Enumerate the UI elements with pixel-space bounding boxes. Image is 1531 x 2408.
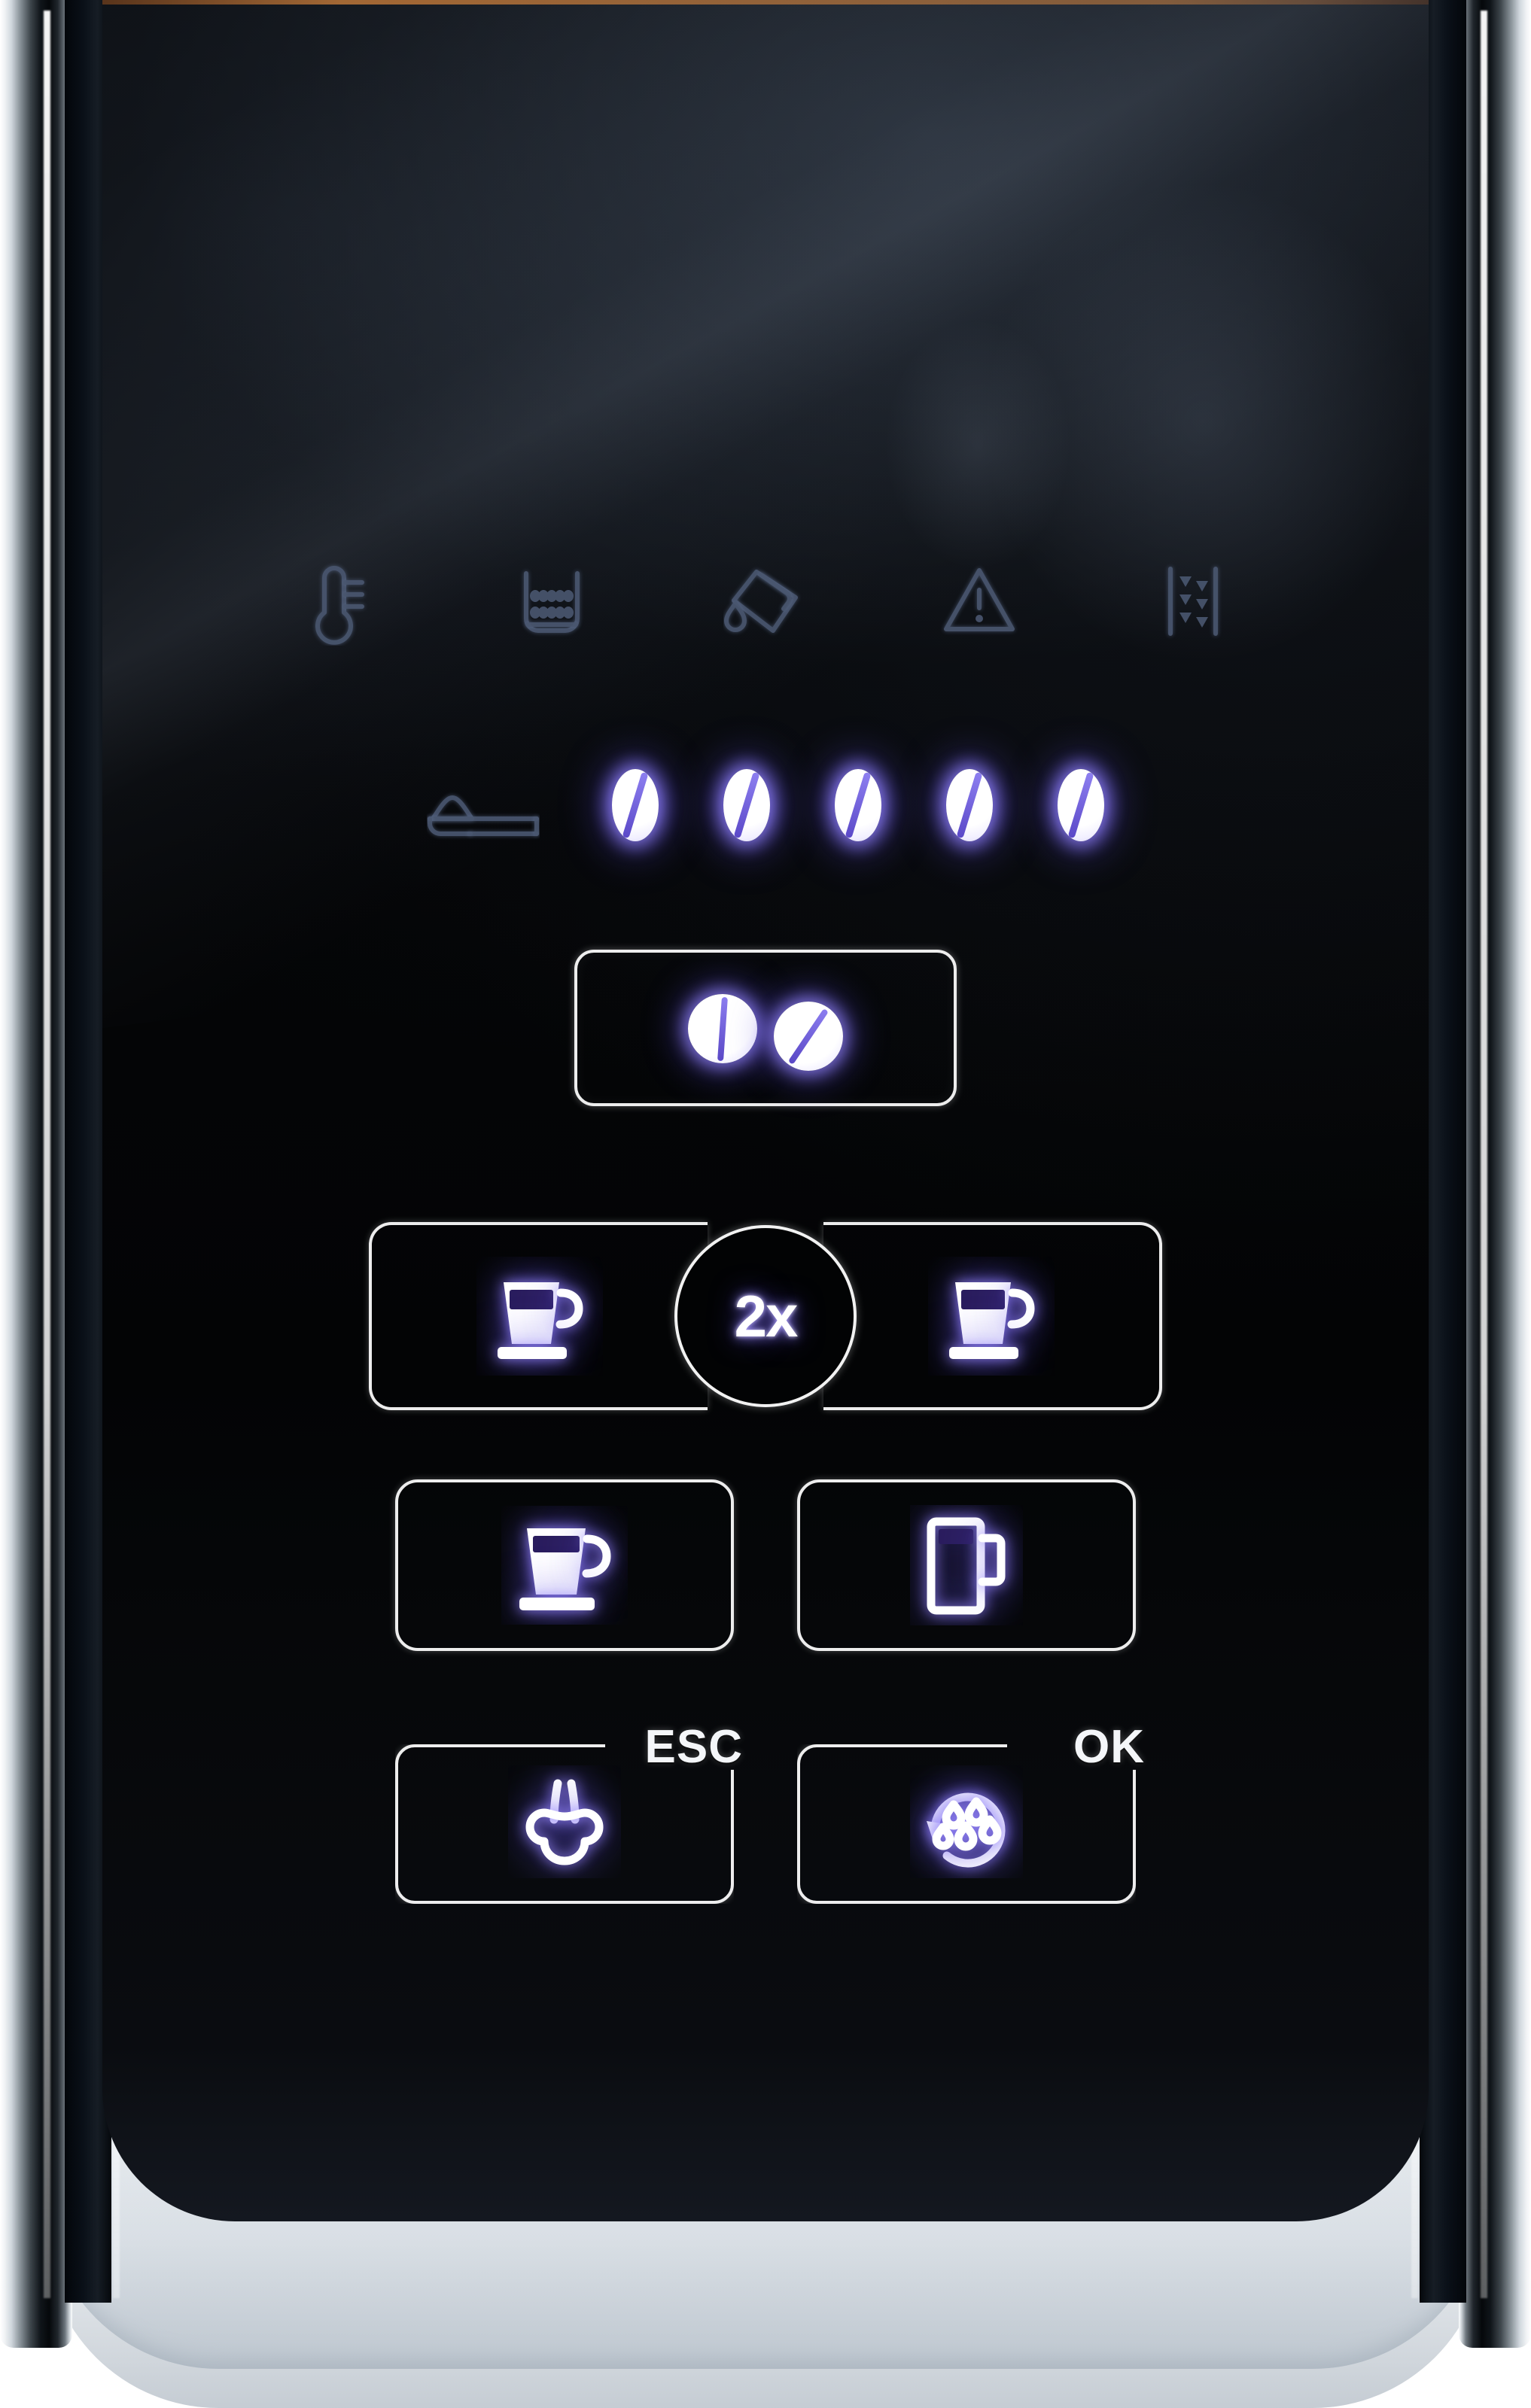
tall-mug-button[interactable] — [797, 1479, 1136, 1651]
bean-lamp-3 — [813, 750, 903, 860]
tall-mug-icon — [910, 1505, 1023, 1625]
bean-crease — [622, 771, 649, 839]
warning-triangle-icon — [937, 557, 1021, 646]
espresso-single-left-button[interactable] — [369, 1222, 708, 1410]
bean-crease — [845, 771, 872, 839]
bean-lamp-5 — [1036, 750, 1126, 860]
grinder-burr-icon — [1151, 557, 1235, 646]
bean-lamp-1 — [590, 750, 680, 860]
bean-lamp-body — [612, 769, 659, 841]
bean-crease — [1067, 771, 1094, 839]
coffee-strength-indicator-row — [102, 750, 1429, 860]
steam-esc-button[interactable]: ESC — [395, 1721, 742, 1904]
coffee-scoop-icon — [427, 769, 540, 841]
chrome-rail-right — [1459, 0, 1531, 2348]
bean-lamp-body — [1058, 769, 1104, 841]
double-shot-label: 2x — [734, 1282, 799, 1349]
rail-specular-highlight-left-outer — [44, 11, 50, 2298]
aroma-strength-button[interactable] — [574, 950, 957, 1106]
esc-label: ESC — [644, 1721, 743, 1773]
bean-lamp-body — [835, 769, 881, 841]
rail-specular-highlight-right-outer — [1481, 11, 1487, 2298]
function-button-row: ESC OK — [102, 1721, 1429, 1904]
espresso-button-row: 2x — [102, 1222, 1429, 1410]
aroma-bean-crease — [788, 1008, 829, 1065]
espresso-cup-icon — [476, 1257, 603, 1376]
two-coffee-beans-icon — [688, 988, 843, 1071]
bean-crease — [956, 771, 983, 839]
espresso-single-right-button[interactable] — [823, 1222, 1162, 1410]
grounds-container-icon — [510, 557, 594, 646]
glass-top-edge-highlight — [102, 0, 1429, 5]
coffee-button-row — [102, 1479, 1429, 1651]
touch-glass-surface[interactable]: 2x ESC OK — [102, 0, 1429, 2221]
bean-strength-lamp-group — [590, 750, 1126, 860]
bean-crease — [733, 771, 760, 839]
coffee-cup-saucer-icon — [501, 1506, 628, 1625]
bean-lamp-4 — [924, 750, 1015, 860]
bean-lamp-body — [946, 769, 993, 841]
bean-lamp-body — [723, 769, 770, 841]
thermometer-icon — [296, 557, 380, 646]
bean-lamp-2 — [702, 750, 792, 860]
rinse-ok-button[interactable]: OK — [797, 1721, 1144, 1904]
aroma-bean-crease — [717, 996, 728, 1061]
aroma-bean-left — [688, 994, 757, 1063]
water-tank-drip-icon — [723, 557, 808, 646]
double-shot-button[interactable]: 2x — [674, 1225, 857, 1407]
espresso-cup-icon — [928, 1257, 1055, 1376]
glass-reflection-right — [898, 89, 1429, 756]
status-indicator-row — [102, 557, 1429, 646]
glass-reflection-sweep — [102, 0, 1429, 1033]
aroma-bean-right — [774, 1002, 843, 1071]
chrome-rail-left — [0, 0, 72, 2348]
ok-label: OK — [1073, 1721, 1145, 1773]
steam-nozzle-icon — [508, 1765, 621, 1878]
rinse-cycle-icon — [910, 1765, 1023, 1878]
coffee-cup-button[interactable] — [395, 1479, 734, 1651]
espresso-machine-control-panel: 2x ESC OK — [0, 0, 1531, 2408]
